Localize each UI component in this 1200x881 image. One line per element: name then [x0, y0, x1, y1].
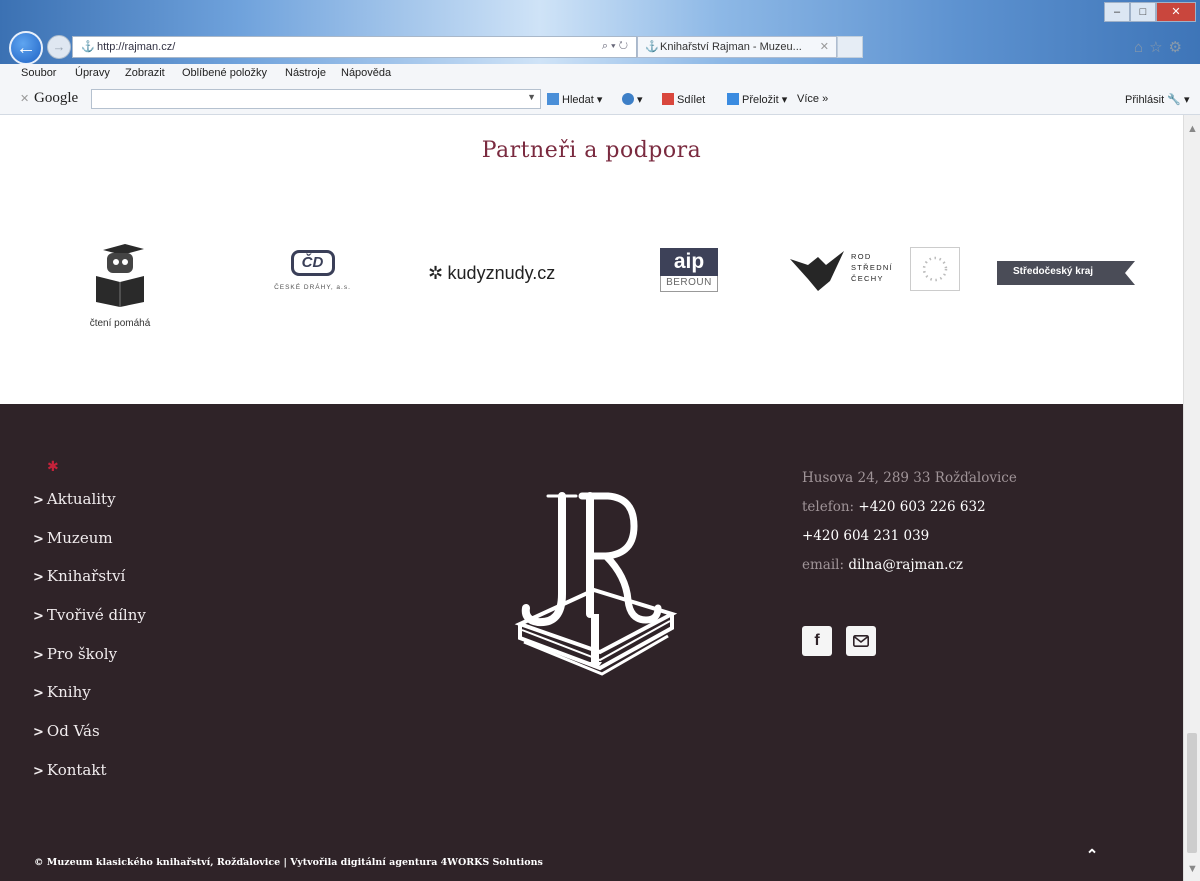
chevron-right-icon: > [33, 493, 44, 508]
footer-nav-kontakt[interactable]: > Kontakt [33, 761, 146, 800]
jr-emblem-logo [514, 492, 678, 676]
globe-icon [622, 93, 634, 105]
minimize-button[interactable]: – [1104, 2, 1130, 22]
translate-button[interactable]: Přeložit ▾ [727, 93, 787, 106]
phone-label: telefon: [802, 499, 855, 515]
cd-caption: ČESKÉ DRÁHY, a.s. [274, 284, 351, 291]
chevron-right-icon: > [33, 609, 44, 625]
partners-title: Partneři a podpora [481, 138, 702, 163]
menu-napoveda[interactable]: Nápověda [341, 67, 391, 79]
wrench-icon[interactable]: 🔧 [1167, 94, 1181, 106]
rod-bird-icon [790, 251, 844, 291]
share-icon [662, 93, 674, 105]
browser-tab[interactable]: ⚓ Knihařství Rajman - Muzeu... ✕ [637, 36, 837, 58]
kudyznudy-text: kudyznudy.cz [447, 263, 556, 283]
address-controls[interactable]: ⌕ ▾ ↻ [602, 40, 628, 53]
dropdown-arrow-icon[interactable]: ▼ [527, 92, 536, 102]
scrollbar-thumb[interactable] [1187, 733, 1197, 853]
partner-cteni-pomaha[interactable]: čtení pomáhá [70, 240, 170, 330]
close-toolbar-icon[interactable]: ✕ [20, 92, 29, 105]
footer-nav-knihafstvi[interactable]: > Knihařství [33, 567, 146, 606]
partner-aip-beroun[interactable]: aip BEROUN [660, 248, 720, 308]
star-icon: ✱ [47, 458, 59, 474]
footer-nav-pro-skoly[interactable]: > Pro školy [33, 645, 146, 684]
google-logo: Google [34, 90, 79, 106]
chevron-right-icon: > [33, 647, 44, 663]
contact-email[interactable]: dilna@rajman.cz [848, 557, 963, 573]
home-icon[interactable]: ⌂ [1134, 39, 1149, 56]
cteni-caption: čtení pomáhá [89, 318, 151, 329]
more-button[interactable]: Více » [797, 93, 828, 105]
partner-rod-stredni-cechy[interactable]: ROD STŘEDNÍ ČECHY [788, 245, 968, 315]
chevron-right-icon: > [33, 570, 44, 586]
facebook-icon[interactable]: f [802, 626, 832, 656]
scroll-to-top-icon[interactable]: ⌃ [1081, 845, 1103, 867]
google-search-button[interactable]: Hledat ▾ [547, 93, 602, 106]
toolbar-icons: ⌂☆⚙ [1134, 38, 1188, 56]
page-viewport: Partneři a podpora čtení pomáhá ČD ČESKÉ… [0, 115, 1183, 881]
menu-oblibene[interactable]: Oblíbené položky [182, 67, 267, 79]
google-web-button[interactable]: ▾ [622, 93, 643, 106]
partner-stredocesky-kraj[interactable]: Středočeský kraj [997, 261, 1137, 285]
menu-bar: Soubor Úpravy Zobrazit Oblíbené položky … [0, 64, 1200, 84]
chevron-right-icon: > [33, 725, 44, 741]
footer-nav-muzeum[interactable]: > Muzeum [33, 529, 146, 568]
forward-button[interactable]: → [47, 35, 71, 59]
site-favicon-icon: ⚓ [81, 41, 95, 53]
rod-line-3: ČECHY [851, 274, 884, 283]
tab-close-icon[interactable]: ✕ [820, 40, 829, 53]
contact-phone-1[interactable]: +420 603 226 632 [858, 499, 985, 515]
favorites-star-icon[interactable]: ☆ [1149, 39, 1168, 56]
tab-favicon-icon: ⚓ [645, 41, 659, 53]
google-search-input[interactable]: ▼ [91, 89, 541, 109]
aip-logo-mark: aip [660, 248, 718, 276]
scroll-down-icon[interactable]: ▼ [1187, 863, 1198, 875]
cd-logo-mark: ČD [290, 250, 335, 276]
rod-line-2: STŘEDNÍ [851, 263, 894, 272]
eu-flag-icon [910, 247, 960, 291]
contact-phone-2[interactable]: +420 604 231 039 [802, 522, 1017, 551]
chevron-right-icon: > [33, 531, 44, 547]
footer-nav-od-vas[interactable]: > Od Vás [33, 722, 146, 761]
footer-nav: > Aktuality > Muzeum > Knihařství > Tvořivé … [33, 490, 146, 800]
menu-soubor[interactable]: Soubor [21, 67, 56, 79]
settings-gear-icon[interactable]: ⚙ [1169, 39, 1188, 56]
footer-nav-aktuality[interactable]: > Aktuality [33, 490, 146, 529]
signin-button[interactable]: Přihlásit 🔧 ▾ [1125, 93, 1189, 106]
partner-kudyznudy[interactable]: ✲ kudyznudy.cz [428, 263, 578, 293]
google-toolbar: ✕ Google ▼ Hledat ▾ ▾ Sdílet Přeložit ▾ … [0, 84, 1200, 115]
footer-contact: Husova 24, 289 33 Rožďalovice telefon: +… [802, 464, 1017, 580]
email-label: email: [802, 557, 845, 573]
email-envelope-icon[interactable] [846, 626, 876, 656]
maximize-button[interactable]: □ [1130, 2, 1156, 22]
copyright-text: © Muzeum klasického knihařství, Rožďalov… [34, 857, 543, 868]
back-button[interactable]: ← [9, 31, 43, 65]
site-footer: ✱ > Aktuality > Muzeum > Knihařství > Tvořiv… [0, 404, 1183, 881]
page-scrollbar[interactable]: ▲ ▼ [1183, 115, 1200, 881]
chevron-right-icon: > [33, 763, 44, 779]
scroll-up-icon[interactable]: ▲ [1187, 123, 1198, 135]
aip-caption: BEROUN [660, 276, 718, 292]
rod-line-1: ROD [851, 252, 872, 261]
share-button[interactable]: Sdílet [662, 93, 705, 106]
footer-nav-tvorive-dilny[interactable]: > Tvořivé dílny [33, 606, 146, 645]
tab-title: Knihařství Rajman - Muzeu... [660, 41, 802, 53]
search-icon [547, 93, 559, 105]
stredocesky-text: Středočeský kraj [1013, 266, 1094, 277]
contact-address: Husova 24, 289 33 Rožďalovice [802, 470, 1017, 486]
address-url: http://rajman.cz/ [97, 41, 176, 53]
address-bar[interactable]: ⚓ http://rajman.cz/ ⌕ ▾ ↻ [72, 36, 637, 58]
reader-icon [96, 244, 144, 307]
close-window-button[interactable]: ✕ [1156, 2, 1196, 22]
translate-icon [727, 93, 739, 105]
new-tab-button[interactable] [837, 36, 863, 58]
menu-zobrazit[interactable]: Zobrazit [125, 67, 165, 79]
kudyznudy-star-icon: ✲ [428, 263, 444, 283]
menu-nastroje[interactable]: Nástroje [285, 67, 326, 79]
menu-upravy[interactable]: Úpravy [75, 67, 110, 79]
footer-nav-knihy[interactable]: > Knihy [33, 683, 146, 722]
chevron-right-icon: > [33, 686, 44, 702]
partner-ceske-drahy[interactable]: ČD ČESKÉ DRÁHY, a.s. [255, 250, 370, 310]
